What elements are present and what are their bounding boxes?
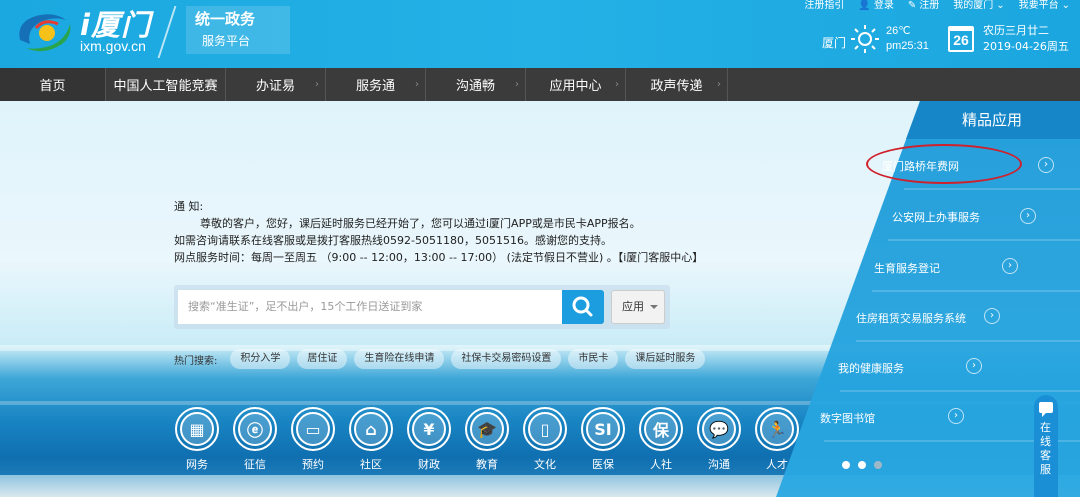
arrow-right-icon[interactable]: › [984,308,1000,324]
service-finance[interactable]: ¥ 财政 [406,407,452,472]
search-bar: 搜索“准生证”，足不出户，15个工作日送证到家 应用 [174,285,670,329]
service-education[interactable]: 🎓 教育 [464,407,510,472]
card-icon: ▭ [296,412,330,446]
calendar-icon: 26 [948,26,974,52]
book-icon: ▯ [528,412,562,446]
top-links: 注册指引 👤 登录 ✎ 注册 我的厦门 ⌄ 我要平台 ⌄ [804,0,1070,12]
toplink-login[interactable]: 👤 登录 [858,0,893,12]
arrow-right-icon[interactable]: › [948,408,964,424]
logo-domain: ixm.gov.cn [80,38,146,54]
shield-icon: 保 [644,412,678,446]
hot-tag[interactable]: 生育险在线申请 [354,349,445,369]
hot-search-label: 热门搜索: [174,355,218,367]
solar-date: 2019-04-26周五 [983,40,1069,53]
chat-bubble-icon [1039,402,1053,417]
main-nav: 首页 中国人工智能竞赛 办证易 › 服务通 › 沟通畅 › 应用中心 › 政声传递 › [0,68,1080,101]
hot-searches: 热门搜索: 积分入学 居住证 生育险在线申请 社保卡交易密码设置 市民卡 课后延… [174,348,706,370]
weather-pm25: pm25:31 [886,40,929,52]
lunar-date: 农历三月廿二 [983,24,1049,37]
toplink-my-xiamen[interactable]: 我的厦门 ⌄ [953,0,1004,12]
arrow-right-icon[interactable]: › [1038,157,1054,173]
service-appointment[interactable]: ▭ 预约 [290,407,336,472]
user-icon: 👤 [858,0,871,11]
toplink-platform[interactable]: 我要平台 ⌄ [1019,0,1070,12]
caret-down-icon [650,305,658,309]
nav-ai-competition[interactable]: 中国人工智能竞赛 [106,68,226,101]
search-type-select[interactable]: 应用 [611,290,665,324]
arrow-right-icon[interactable]: › [966,358,982,374]
highlight-ellipse [866,144,1022,184]
notice-line2: 如需咨询请联系在线客服或是拨打客服热线0592-5051180，5051516。… [174,234,612,247]
nav-certificates[interactable]: 办证易 › [226,68,326,101]
graduation-cap-icon: 🎓 [470,412,504,446]
carousel-dot[interactable] [842,461,850,469]
carousel-dot[interactable] [874,461,882,469]
service-medical-insurance[interactable]: SI 医保 [580,407,626,472]
weather-city: 厦门 [822,36,847,50]
si-icon: SI [586,412,620,446]
house-icon: ⌂ [354,412,388,446]
chevron-right-icon: › [415,79,419,90]
chevron-right-icon: › [515,79,519,90]
service-social-security[interactable]: 保人社 [638,407,684,472]
arrow-right-icon[interactable]: › [1020,208,1036,224]
hot-tag[interactable]: 积分入学 [230,349,291,369]
slogan-line1: 统一政务 [195,10,256,28]
chevron-right-icon: › [615,79,619,90]
site-header: i厦门 ixm.gov.cn 统一政务 服务平台 注册指引 👤 登录 ✎ 注册 我的… [0,0,1080,68]
hot-tag[interactable]: 课后延时服务 [625,349,706,369]
sun-icon [851,25,879,53]
service-culture[interactable]: ▯ 文化 [522,407,568,472]
hot-tag[interactable]: 社保卡交易密码设置 [451,349,562,369]
service-communication[interactable]: 💬 沟通 [696,407,742,472]
service-network[interactable]: ▦ 网务 [174,407,220,472]
hot-tag[interactable]: 市民卡 [568,349,619,369]
nav-gov-voice[interactable]: 政声传递 › [626,68,728,101]
grid-icon: ▦ [180,412,214,446]
notice-block: 通 知: 尊敬的客户，您好，课后延时服务已经开始了，您可以通过i厦门APP或是市… [174,198,774,266]
panel-item-health[interactable]: 我的健康服务 [838,360,904,380]
search-input[interactable]: 搜索“准生证”，足不出户，15个工作日送证到家 [178,290,562,324]
chevron-down-icon: ⌄ [996,0,1005,11]
carousel-dot[interactable] [858,461,866,469]
chat-bubble-icon: 💬 [702,412,736,446]
weather-temperature: 26℃ [886,25,911,37]
toplink-register[interactable]: ✎ 注册 [908,0,939,12]
service-community[interactable]: ⌂ 社区 [348,407,394,472]
nav-app-center[interactable]: 应用中心 › [526,68,626,101]
service-icons: ▦ 网务 ⓔ 征信 ▭ 预约 ⌂ 社区 ¥ 财政 🎓 教育 ▯ 文化 SI 医保 保人社 💬 沟通… [174,407,800,472]
nav-communication[interactable]: 沟通畅 › [426,68,526,101]
nav-services[interactable]: 服务通 › [326,68,426,101]
money-bag-icon: ¥ [412,412,446,446]
chevron-down-icon: ⌄ [1061,0,1070,11]
online-support-button[interactable]: 在线客服 [1034,395,1058,497]
notice-line3: 网点服务时间：每周一至周五 （9:00 -- 12:00，13:00 -- 17… [174,251,704,264]
arrow-right-icon[interactable]: › [1002,258,1018,274]
logo-swirl-icon [19,14,71,52]
panel-item-digital-library[interactable]: 数字图书馆 [820,410,875,430]
online-support-label: 在线客服 [1040,421,1051,476]
panel-item-police-services[interactable]: 公安网上办事服务 [892,209,980,229]
credit-icon: ⓔ [238,412,272,446]
notice-line1: 尊敬的客户，您好，课后延时服务已经开始了，您可以通过i厦门APP或是市民卡APP… [200,217,641,230]
panel-title: 精品应用 [962,111,1023,129]
hot-tag[interactable]: 居住证 [297,349,348,369]
chevron-right-icon: › [717,79,721,90]
panel-item-housing-rental[interactable]: 住房租赁交易服务系统 [856,310,966,330]
slogan-line2: 服务平台 [202,34,251,48]
search-icon [572,296,593,317]
carousel-dots [842,461,882,469]
search-button[interactable] [562,290,604,324]
logo-divider [157,6,177,58]
notice-title: 通 知: [174,200,204,213]
toplink-guide[interactable]: 注册指引 [804,0,844,12]
nav-home[interactable]: 首页 [0,68,106,101]
weather-widget: 厦门 26℃ pm25:31 [822,22,942,60]
pen-icon: ✎ [907,0,917,11]
chevron-right-icon: › [315,79,319,90]
panel-item-birth-registration[interactable]: 生育服务登记 [874,260,940,280]
service-credit[interactable]: ⓔ 征信 [232,407,278,472]
